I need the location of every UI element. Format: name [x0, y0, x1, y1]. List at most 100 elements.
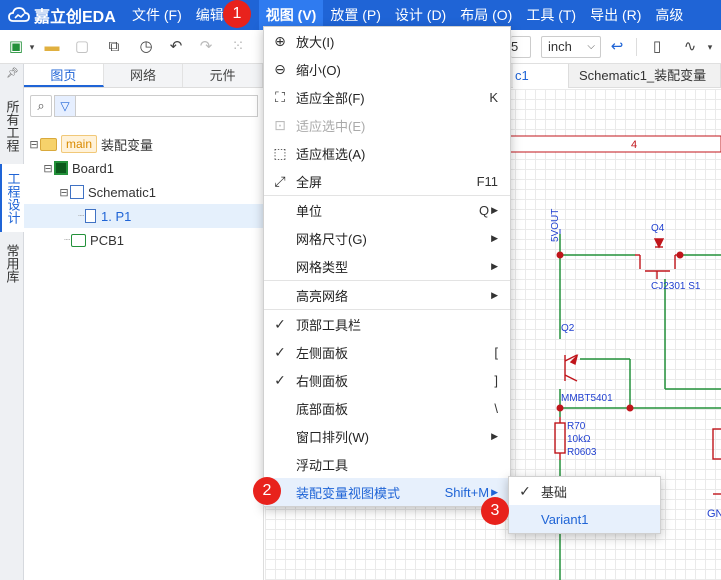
menu-left-panel[interactable]: ✓ 左侧面板 [ — [264, 338, 510, 366]
menu-label: 放大(I) — [296, 34, 335, 50]
grid-size-value: 5 — [511, 39, 519, 54]
net-label: 5VOUT — [550, 209, 561, 242]
doc-tab-current[interactable]: c1 — [513, 64, 569, 88]
menu-fit-box[interactable]: ⬚ 适应框选(A) — [264, 139, 510, 167]
panel-tabs: 图页 网络 元件 — [24, 64, 264, 88]
menu-zoom-in[interactable]: ⊕ 放大(I) — [264, 27, 510, 55]
menu-bottom-panel[interactable]: 底部面板 \ — [264, 394, 510, 422]
new-dropdown-icon[interactable]: ▾ — [22, 37, 42, 57]
shortcut: ] — [494, 372, 498, 388]
menu-label: 缩小(O) — [296, 62, 341, 78]
undo-icon[interactable]: ↶ — [166, 37, 186, 57]
check-icon: ✓ — [274, 315, 286, 332]
tree-schematic[interactable]: ⊟ Schematic1 — [24, 180, 264, 204]
q2-designator: Q2 — [561, 323, 575, 334]
menu-unit[interactable]: 单位 Q ▶ — [264, 196, 510, 224]
tree-page[interactable]: ┈ 1. P1 — [24, 204, 264, 228]
fit-all-icon: ⛶ — [275, 88, 285, 105]
search-row: ⌕ ▽ — [30, 94, 258, 118]
submenu-base[interactable]: ✓ 基础 — [509, 477, 660, 505]
search-icon[interactable]: ⌕ — [30, 95, 52, 117]
board-icon — [54, 161, 68, 175]
menu-label: 网格尺寸(G) — [296, 231, 367, 247]
redo-icon[interactable]: ↷ — [196, 37, 216, 57]
menu-export[interactable]: 导出 (R) — [583, 0, 648, 30]
menu-fit-all[interactable]: ⛶ 适应全部(F) K — [264, 83, 510, 111]
pcb-icon — [71, 233, 87, 247]
tree-root[interactable]: ⊟ main 装配变量 — [24, 132, 264, 156]
tab-common-library[interactable]: 常用库 — [0, 236, 24, 290]
step-badge-2: 2 — [253, 477, 281, 505]
save-icon[interactable]: ▢ — [72, 37, 92, 57]
save-all-icon[interactable]: ⧉ — [104, 37, 124, 57]
menu-file[interactable]: 文件 (F) — [130, 0, 189, 30]
board-label: Board1 — [72, 160, 114, 176]
submenu-label: Variant1 — [541, 511, 589, 527]
shortcut: \ — [494, 400, 498, 416]
toolbar-divider — [636, 38, 637, 56]
menu-label: 装配变量视图模式 — [296, 485, 401, 501]
submenu-arrow-icon: ▶ — [491, 260, 498, 271]
menu-grid-type[interactable]: 网格类型 ▶ — [264, 252, 510, 280]
filter-icon[interactable]: ▽ — [54, 95, 76, 117]
check-icon: ✓ — [274, 371, 286, 388]
menu-right-panel[interactable]: ✓ 右侧面板 ] — [264, 366, 510, 394]
menu-label: 单位 — [296, 203, 323, 219]
shortcut: [ — [494, 344, 498, 360]
ruler-label: 4 — [631, 139, 637, 151]
tree-board[interactable]: ⊟ Board1 — [24, 156, 264, 180]
tab-project-design[interactable]: 工程设计 — [0, 164, 24, 232]
submenu-variant1[interactable]: Variant1 — [509, 505, 660, 533]
menu-fullscreen[interactable]: ⤢ 全屏 F11 — [264, 167, 510, 195]
menu-assembly-variant-view[interactable]: 装配变量视图模式 Shift+M ▶ — [264, 478, 510, 506]
menu-top-toolbar[interactable]: ✓ 顶部工具栏 — [264, 310, 510, 338]
unit-select[interactable]: inch ⌵ — [541, 36, 601, 58]
folder-icon — [40, 137, 57, 151]
collapse-icon[interactable]: ⊟ — [28, 138, 40, 151]
page-label: 1. P1 — [101, 208, 132, 224]
menu-window-arrange[interactable]: 窗口排列(W) ▶ — [264, 422, 510, 450]
collapse-icon[interactable]: ⊟ — [42, 162, 54, 175]
schematic-label: Schematic1 — [88, 184, 156, 200]
tree-pcb[interactable]: ┈ PCB1 — [24, 228, 264, 252]
snap-icon[interactable]: ↩ — [607, 37, 627, 57]
menu-label: 适应选中(E) — [296, 118, 366, 134]
collapse-icon[interactable]: ⊟ — [58, 186, 70, 199]
menu-tools[interactable]: 工具 (T) — [519, 0, 583, 30]
menu-label: 窗口排列(W) — [296, 429, 369, 445]
page-icon — [85, 209, 97, 223]
open-folder-icon[interactable]: ▬ — [42, 37, 62, 57]
tab-nets[interactable]: 网络 — [104, 64, 184, 87]
grid-size-select[interactable]: 5 — [511, 36, 531, 58]
tab-components[interactable]: 元件 — [183, 64, 264, 87]
menu-grid-size[interactable]: 网格尺寸(G) ▶ — [264, 224, 510, 252]
q4-designator: Q4 — [651, 223, 665, 234]
wire-dropdown-icon[interactable]: ▾ — [700, 37, 720, 57]
menu-label: 全屏 — [296, 174, 323, 190]
q2-part: MMBT5401 — [561, 393, 613, 404]
fullscreen-icon: ⤢ — [274, 172, 286, 189]
fit-selected-icon: ⊡ — [274, 116, 286, 133]
app-logo[interactable]: 嘉立创EDA — [0, 0, 130, 30]
chip-icon[interactable]: ▯ — [647, 37, 667, 57]
tree-connector: ┈ — [78, 210, 84, 222]
menu-floating-tools[interactable]: 浮动工具 — [264, 450, 510, 478]
step-badge-3: 3 — [481, 497, 509, 525]
search-input[interactable] — [76, 95, 258, 117]
menu-label: 网格类型 — [296, 259, 349, 275]
menu-highlight-net[interactable]: 高亮网络 ▶ — [264, 281, 510, 309]
menu-fit-selected[interactable]: ⊡ 适应选中(E) — [264, 111, 510, 139]
pin-icon[interactable]: 📌︎ — [6, 68, 19, 79]
r70-value: 10kΩ — [567, 434, 591, 445]
wire-icon[interactable]: ∿ — [680, 37, 700, 57]
tab-pages[interactable]: 图页 — [24, 64, 104, 87]
doc-tab-schematic[interactable]: Schematic1_装配变量 — [569, 64, 721, 88]
menu-advanced[interactable]: 高级 — [648, 0, 683, 30]
history-icon[interactable]: ◷ — [136, 37, 156, 57]
grid-icon[interactable]: ⁙ — [228, 37, 248, 57]
menu-zoom-out[interactable]: ⊖ 缩小(O) — [264, 55, 510, 83]
project-panel: 图页 网络 元件 ⌕ ▽ ⊟ main 装配变量 ⊟ Board1 ⊟ Sche… — [24, 64, 264, 580]
tab-all-projects[interactable]: 所有工程 — [0, 92, 24, 160]
menu-label: 右侧面板 — [296, 373, 349, 389]
submenu-arrow-icon: ▶ — [491, 232, 498, 243]
